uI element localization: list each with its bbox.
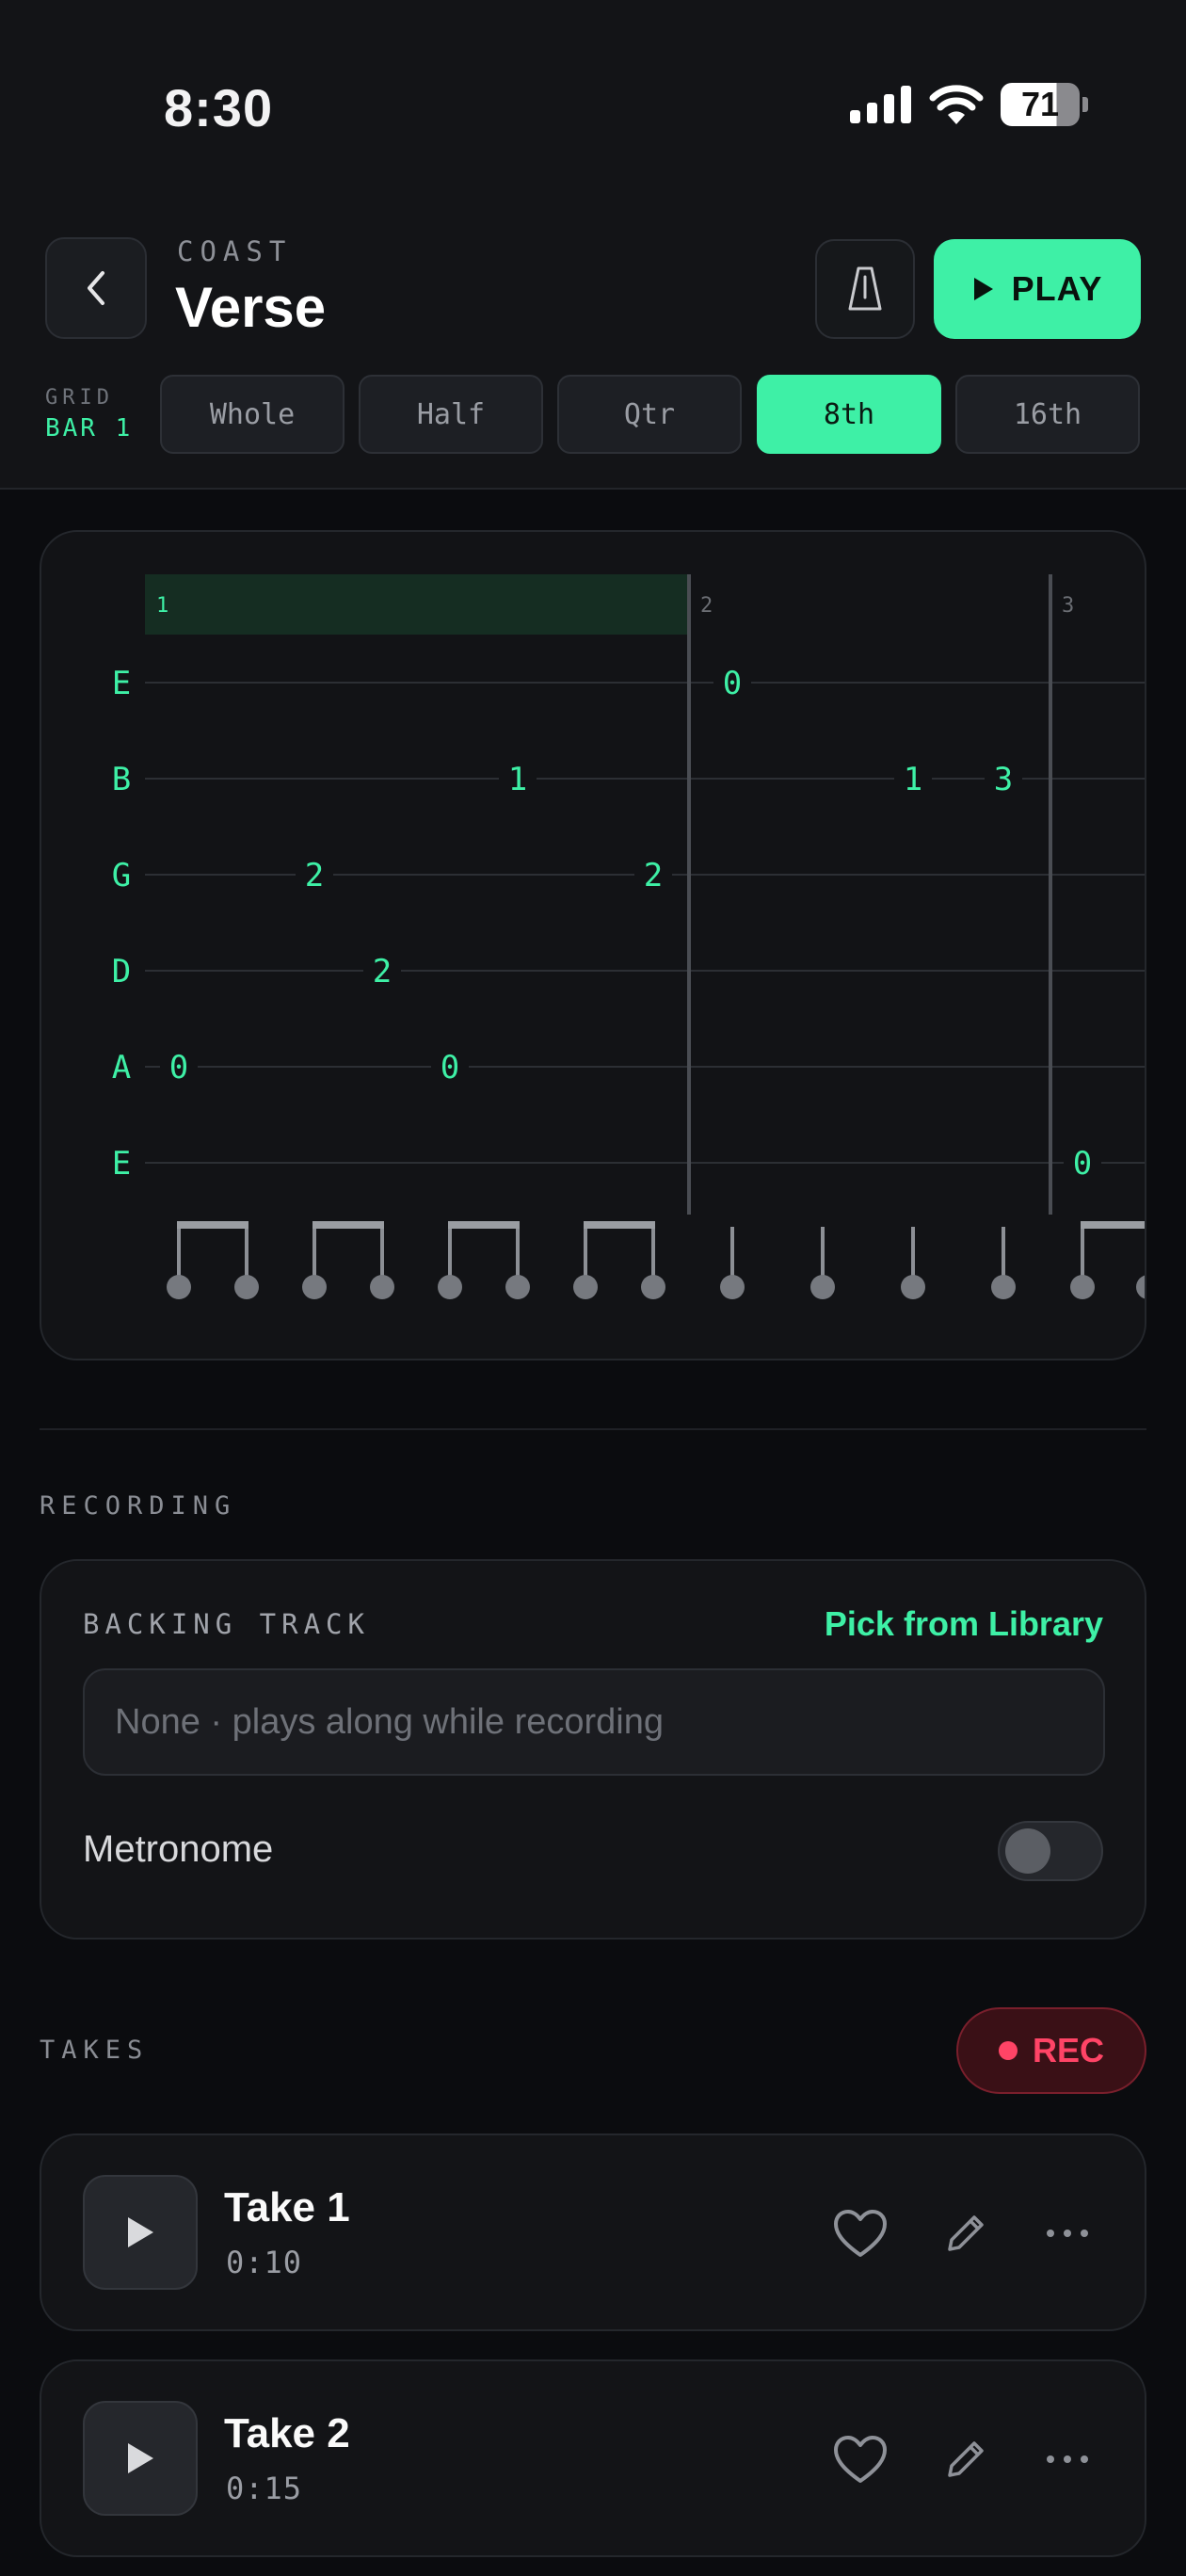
take-name: Take 2 <box>224 2410 350 2456</box>
backing-track-field[interactable]: None · plays along while recording <box>83 1668 1105 1776</box>
take-duration: 0:15 <box>226 2471 303 2506</box>
rhythm-beam <box>1081 1221 1145 1229</box>
rhythm-note-head <box>1136 1275 1145 1299</box>
takes-section-label: TAKES <box>40 2036 150 2065</box>
play-button[interactable]: PLAY <box>934 239 1141 339</box>
metronome-button[interactable] <box>815 239 915 339</box>
string-label: E <box>112 665 131 702</box>
heart-icon <box>834 2436 887 2483</box>
metronome-icon <box>848 266 882 311</box>
tab-note: 2 <box>373 953 392 990</box>
grid-label: GRID <box>45 386 114 410</box>
bar-number: 3 <box>1062 594 1074 618</box>
grid-bar-indicator: BAR 1 <box>45 414 134 443</box>
tab-note: 3 <box>994 761 1013 798</box>
status-time: 8:30 <box>164 78 274 137</box>
rhythm-note-head <box>167 1275 191 1299</box>
toggle-knob <box>1005 1828 1050 1874</box>
take-duration: 0:10 <box>226 2245 303 2280</box>
string-label: D <box>112 953 131 990</box>
tab-note: 0 <box>723 665 742 702</box>
rhythm-note-head <box>1070 1275 1095 1299</box>
backing-track-label: BACKING TRACK <box>83 1608 370 1640</box>
metronome-toggle[interactable] <box>998 1821 1103 1881</box>
metronome-label: Metronome <box>83 1828 274 1870</box>
string-label: G <box>112 857 131 894</box>
grid-option-sixteenth[interactable]: 16th <box>955 375 1140 454</box>
tab-note: 0 <box>441 1049 459 1087</box>
record-dot-icon <box>998 2041 1018 2060</box>
rhythm-note-head <box>720 1275 745 1299</box>
chevron-left-icon <box>88 271 104 305</box>
section-divider <box>40 1428 1146 1430</box>
bar-number: 2 <box>700 594 713 618</box>
pick-from-library-link[interactable]: Pick from Library <box>825 1604 1103 1644</box>
grid-option-eighth[interactable]: 8th <box>757 375 941 454</box>
play-icon <box>128 2217 153 2247</box>
rhythm-note-head <box>991 1275 1016 1299</box>
rhythm-note-head <box>810 1275 835 1299</box>
heart-icon <box>834 2210 887 2257</box>
take-row[interactable]: Take 2 0:15 <box>40 2359 1146 2557</box>
favorite-button[interactable] <box>823 2422 898 2497</box>
rhythm-note-head <box>370 1275 394 1299</box>
record-button[interactable]: REC <box>956 2007 1146 2094</box>
rhythm-note-head <box>573 1275 598 1299</box>
rhythm-beam <box>448 1221 520 1229</box>
grid-option-quarter[interactable]: Qtr <box>557 375 742 454</box>
rhythm-note-head <box>641 1275 665 1299</box>
tab-note: 0 <box>169 1049 188 1087</box>
rhythm-note-head <box>302 1275 327 1299</box>
ellipsis-icon <box>1047 2455 1088 2463</box>
rhythm-note-head <box>234 1275 259 1299</box>
favorite-button[interactable] <box>823 2196 898 2271</box>
grid-option-half[interactable]: Half <box>359 375 543 454</box>
battery-icon: 71 <box>1001 83 1088 126</box>
ellipsis-icon <box>1047 2230 1088 2237</box>
rhythm-note-head <box>438 1275 462 1299</box>
take-play-button[interactable] <box>83 2175 198 2290</box>
bar-number: 1 <box>156 594 168 618</box>
take-name: Take 1 <box>224 2184 350 2230</box>
string-label: B <box>112 761 131 798</box>
more-button[interactable] <box>1030 2422 1105 2497</box>
string-label: A <box>112 1049 131 1087</box>
tab-note: 2 <box>644 857 663 894</box>
pencil-icon <box>948 2441 984 2477</box>
rhythm-beam <box>177 1221 248 1229</box>
tab-note: 0 <box>1073 1145 1092 1183</box>
signal-icon <box>850 86 911 123</box>
back-button[interactable] <box>45 237 147 339</box>
string-label: E <box>112 1145 131 1183</box>
play-label: PLAY <box>1011 269 1103 308</box>
battery-level: 71 <box>1001 83 1080 126</box>
recording-card: BACKING TRACK Pick from Library None · p… <box>40 1559 1146 1940</box>
tab-note: 1 <box>904 761 922 798</box>
more-button[interactable] <box>1030 2196 1105 2271</box>
play-icon <box>973 278 993 300</box>
page-title: Verse <box>175 276 327 339</box>
grid-option-whole[interactable]: Whole <box>160 375 345 454</box>
take-row[interactable]: Take 1 0:10 <box>40 2133 1146 2331</box>
recording-section-label: RECORDING <box>40 1491 237 1521</box>
edit-button[interactable] <box>928 2422 1003 2497</box>
edit-button[interactable] <box>928 2196 1003 2271</box>
pencil-icon <box>948 2215 984 2251</box>
wifi-icon <box>929 85 984 124</box>
rhythm-note-head <box>901 1275 925 1299</box>
rhythm-beam <box>313 1221 384 1229</box>
record-label: REC <box>1032 2031 1104 2069</box>
rhythm-beam <box>584 1221 655 1229</box>
play-icon <box>128 2443 153 2473</box>
status-icons: 71 <box>850 83 1088 126</box>
tablature-staff[interactable]: 1 2 3 E B G D A E 0 2 2 0 1 2 0 1 3 0 <box>41 532 1146 1360</box>
tab-note: 2 <box>305 857 324 894</box>
song-eyebrow: COAST <box>177 235 293 267</box>
take-play-button[interactable] <box>83 2401 198 2516</box>
tab-note: 1 <box>508 761 527 798</box>
header: 8:30 71 COAST Verse PLAY GRID BAR 1 Whol… <box>0 0 1186 490</box>
current-bar-highlight <box>145 574 689 635</box>
tab-editor[interactable]: 1 2 3 E B G D A E 0 2 2 0 1 2 0 1 3 0 <box>40 530 1146 1360</box>
rhythm-note-head <box>505 1275 530 1299</box>
